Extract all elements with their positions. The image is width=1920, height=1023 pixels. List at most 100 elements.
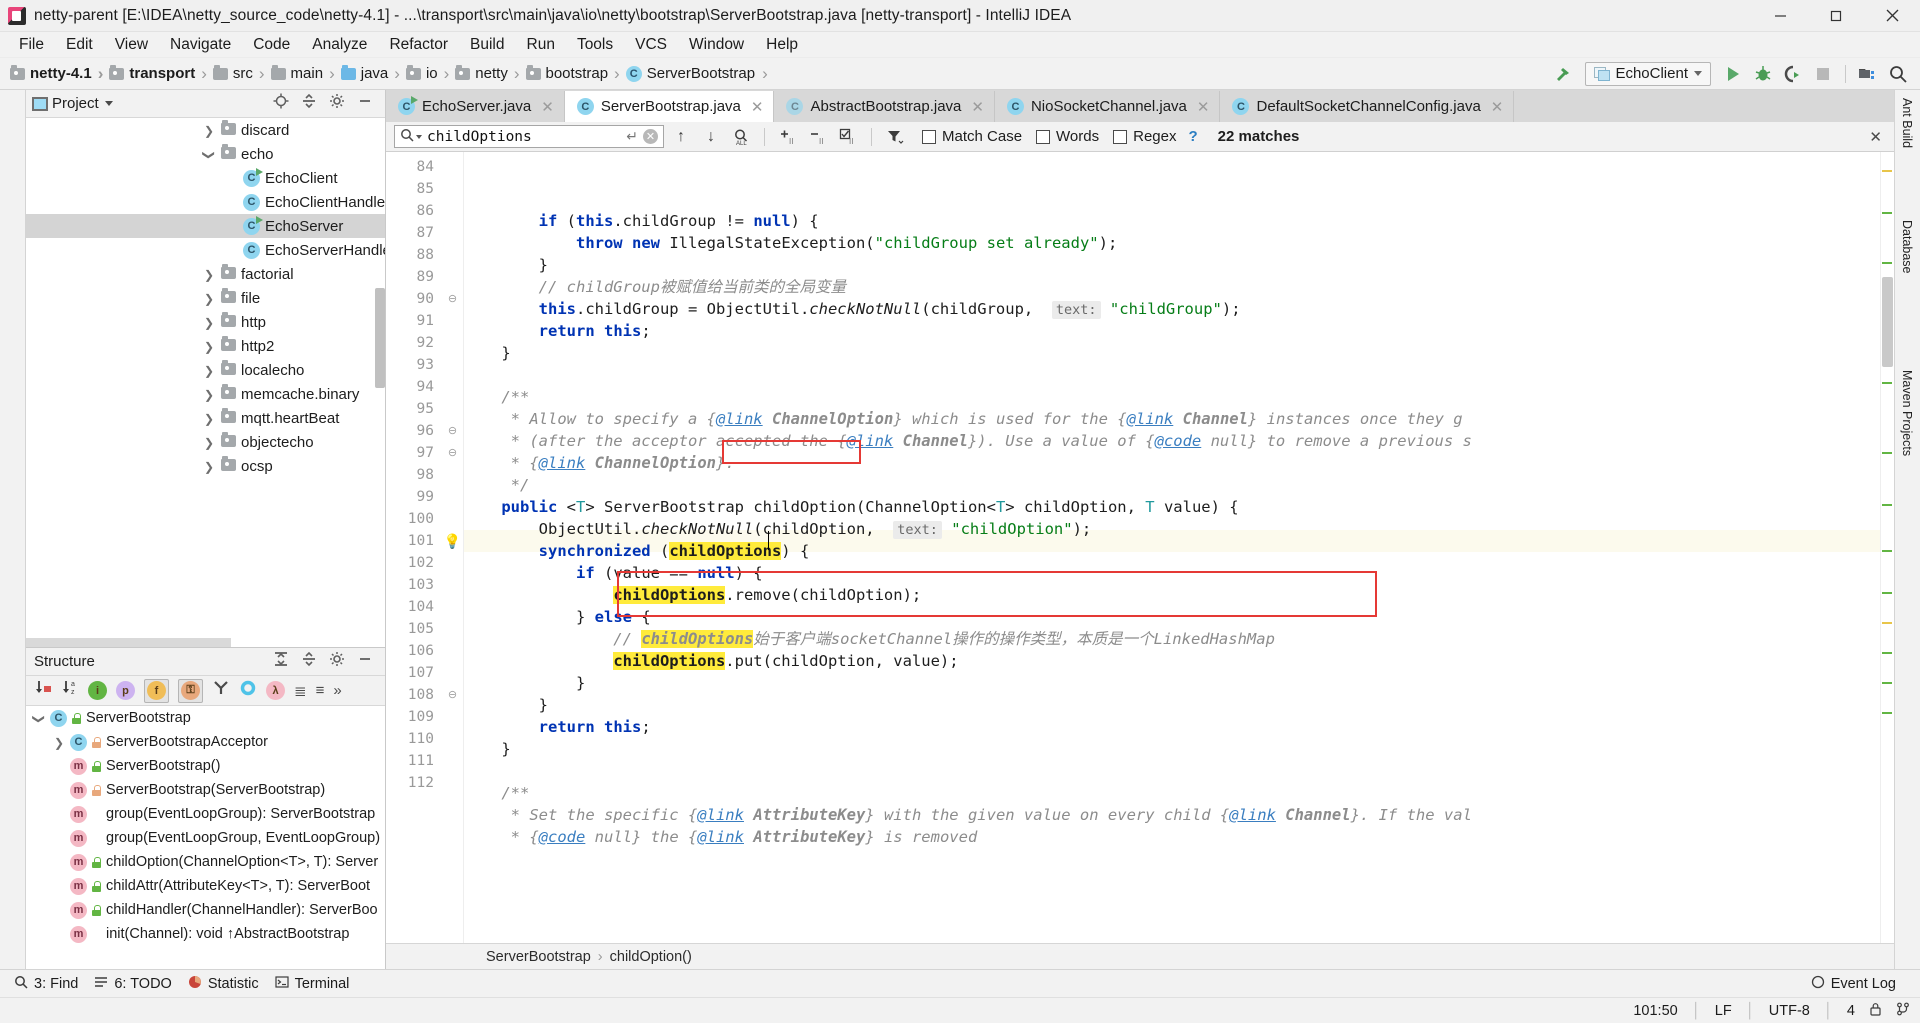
select-all-lines-icon[interactable]: II [835,124,861,150]
structure-tree-item[interactable]: m group(EventLoopGroup, EventLoopGroup) [26,826,385,850]
menu-analyze[interactable]: Analyze [301,34,378,56]
clear-icon[interactable]: ✕ [643,129,658,144]
editor-marker[interactable] [1882,592,1892,594]
sort-alphabetically-icon[interactable]: az [61,679,79,702]
search-input[interactable] [427,128,622,145]
chevron-right-icon[interactable] [202,315,216,330]
editor-breadcrumb-class[interactable]: ServerBootstrap [486,949,591,965]
project-tree-item[interactable]: http2 [26,334,385,358]
code-line[interactable]: } [464,694,1880,716]
hide-icon[interactable] [357,651,373,672]
project-tree-item[interactable]: objectecho [26,430,385,454]
search-dropdown-icon[interactable] [416,134,422,139]
tool-tab-ant-build[interactable]: Ant Build [1900,98,1914,148]
project-tree-item[interactable]: discard [26,118,385,142]
bottom-tab-todo[interactable]: 6: TODO [90,975,183,993]
project-tree-item[interactable]: http [26,310,385,334]
code-line[interactable]: * Allow to specify a {@link ChannelOptio… [464,408,1880,430]
remove-line-icon[interactable]: II [805,124,831,150]
fold-marker-icon[interactable]: ⊖ [442,420,463,442]
close-button[interactable] [1864,0,1920,32]
hammer-icon[interactable] [1549,61,1577,87]
tool-tab-maven-projects[interactable]: Maven Projects [1900,370,1914,456]
structure-tree-item[interactable]: m group(EventLoopGroup): ServerBootstrap [26,802,385,826]
show-fields-icon[interactable]: f [144,678,169,703]
project-tree-item[interactable]: C EchoClientHandler [26,190,385,214]
breadcrumb-item-src[interactable]: src [195,64,253,84]
structure-tree-item[interactable]: m init(Channel): void ↑AbstractBootstrap [26,922,385,946]
code-line[interactable]: childOptions.put(childOption, value); [464,650,1880,672]
caret-position[interactable]: 101:50 [1633,1003,1677,1019]
code-line[interactable]: return this; [464,320,1880,342]
add-line-icon[interactable]: II [775,124,801,150]
project-tree-item[interactable]: C EchoServerHandler [26,238,385,262]
code-line[interactable]: } [464,254,1880,276]
project-tree-item[interactable]: echo [26,142,385,166]
code-line[interactable]: * Set the specific {@link AttributeKey} … [464,804,1880,826]
editor-marker[interactable] [1882,212,1892,214]
breadcrumb-item-transport[interactable]: transport [92,64,195,84]
filter-icon[interactable] [882,124,908,150]
editor-breadcrumb-method[interactable]: childOption() [610,949,692,965]
project-tree-item[interactable]: mqtt.heartBeat [26,406,385,430]
chevron-down-icon[interactable] [202,147,216,162]
code-line[interactable]: childOptions.remove(childOption); [464,584,1880,606]
chevron-right-icon[interactable] [202,435,216,450]
expand-all-icon[interactable]: ≣ [294,682,307,700]
menu-refactor[interactable]: Refactor [378,34,459,56]
close-tab-icon[interactable]: ✕ [1491,98,1504,116]
chevron-right-icon[interactable] [202,267,216,282]
editor-marker-bar[interactable] [1880,152,1894,943]
structure-tree-item[interactable]: C ServerBootstrap [26,706,385,730]
menu-vcs[interactable]: VCS [624,34,678,56]
gear-icon[interactable] [329,651,345,672]
breadcrumb-item-netty[interactable]: netty-4.1 [10,64,92,82]
code-line[interactable] [464,760,1880,782]
chevron-right-icon[interactable] [202,387,216,402]
editor-tab[interactable]: C DefaultSocketChannelConfig.java ✕ [1220,91,1515,122]
structure-tree-item[interactable]: m childAttr(AttributeKey<T>, T): ServerBo… [26,874,385,898]
menu-run[interactable]: Run [516,34,566,56]
group-methods-icon[interactable] [212,679,230,702]
code-line[interactable]: */ [464,474,1880,496]
code-line[interactable]: ObjectUtil.checkNotNull(childOption, tex… [464,518,1880,540]
branch-icon[interactable] [1896,1002,1910,1020]
menu-help[interactable]: Help [755,34,809,56]
maximize-button[interactable] [1808,0,1864,32]
intention-bulb-icon[interactable]: 💡 [442,530,463,552]
chevron-down-icon[interactable] [32,711,46,726]
code-line[interactable]: /** [464,386,1880,408]
project-tree-item[interactable]: C EchoServer [26,214,385,238]
code-editor[interactable]: 84 85 86 87 88 89 90 91 92 93 94 95 96 97 98 99 100 101 10… [386,152,1894,943]
line-separator-label[interactable]: LF [1715,1003,1732,1019]
help-link[interactable]: ? [1188,128,1197,145]
event-log-button[interactable]: Event Log [1807,975,1908,993]
hide-icon[interactable] [357,93,373,114]
code-line[interactable]: throw new IllegalStateException("childGr… [464,232,1880,254]
editor-tab[interactable]: C EchoServer.java ✕ [386,91,565,122]
editor-marker[interactable] [1882,622,1892,624]
match-case-checkbox[interactable]: Match Case [922,128,1022,145]
run-configuration-selector[interactable]: EchoClient [1585,61,1711,86]
chevron-right-icon[interactable] [202,123,216,138]
menu-window[interactable]: Window [678,34,755,56]
select-all-occurrences-icon[interactable]: ALL [728,124,754,150]
close-tab-icon[interactable]: ✕ [541,98,554,116]
gear-icon[interactable] [329,93,345,114]
stop-button[interactable] [1809,61,1837,87]
chevron-down-icon[interactable] [104,101,113,106]
close-tab-icon[interactable]: ✕ [1197,98,1210,116]
chevron-right-icon[interactable] [202,291,216,306]
editor-scrollbar-thumb[interactable] [1882,277,1893,367]
structure-tree[interactable]: C ServerBootstrap C ServerBootstrapAcceptor… [26,706,385,969]
editor-tab[interactable]: C AbstractBootstrap.java ✕ [774,91,995,122]
code-folding-column[interactable]: ⊖ ⊖ ⊖ 💡 ⊖ [442,152,464,943]
project-tree-item[interactable]: factorial [26,262,385,286]
code-line[interactable]: // childGroup被赋值给当前类的全局变量 [464,276,1880,298]
project-tree[interactable]: discardechoCEchoClientCEchoClientHandler… [26,118,385,647]
project-structure-button[interactable] [1854,61,1882,87]
encoding-label[interactable]: UTF-8 [1769,1003,1810,1019]
project-tree-item[interactable]: ocsp [26,454,385,478]
code-line[interactable]: public <T> ServerBootstrap childOption(C… [464,496,1880,518]
menu-file[interactable]: File [8,34,55,56]
